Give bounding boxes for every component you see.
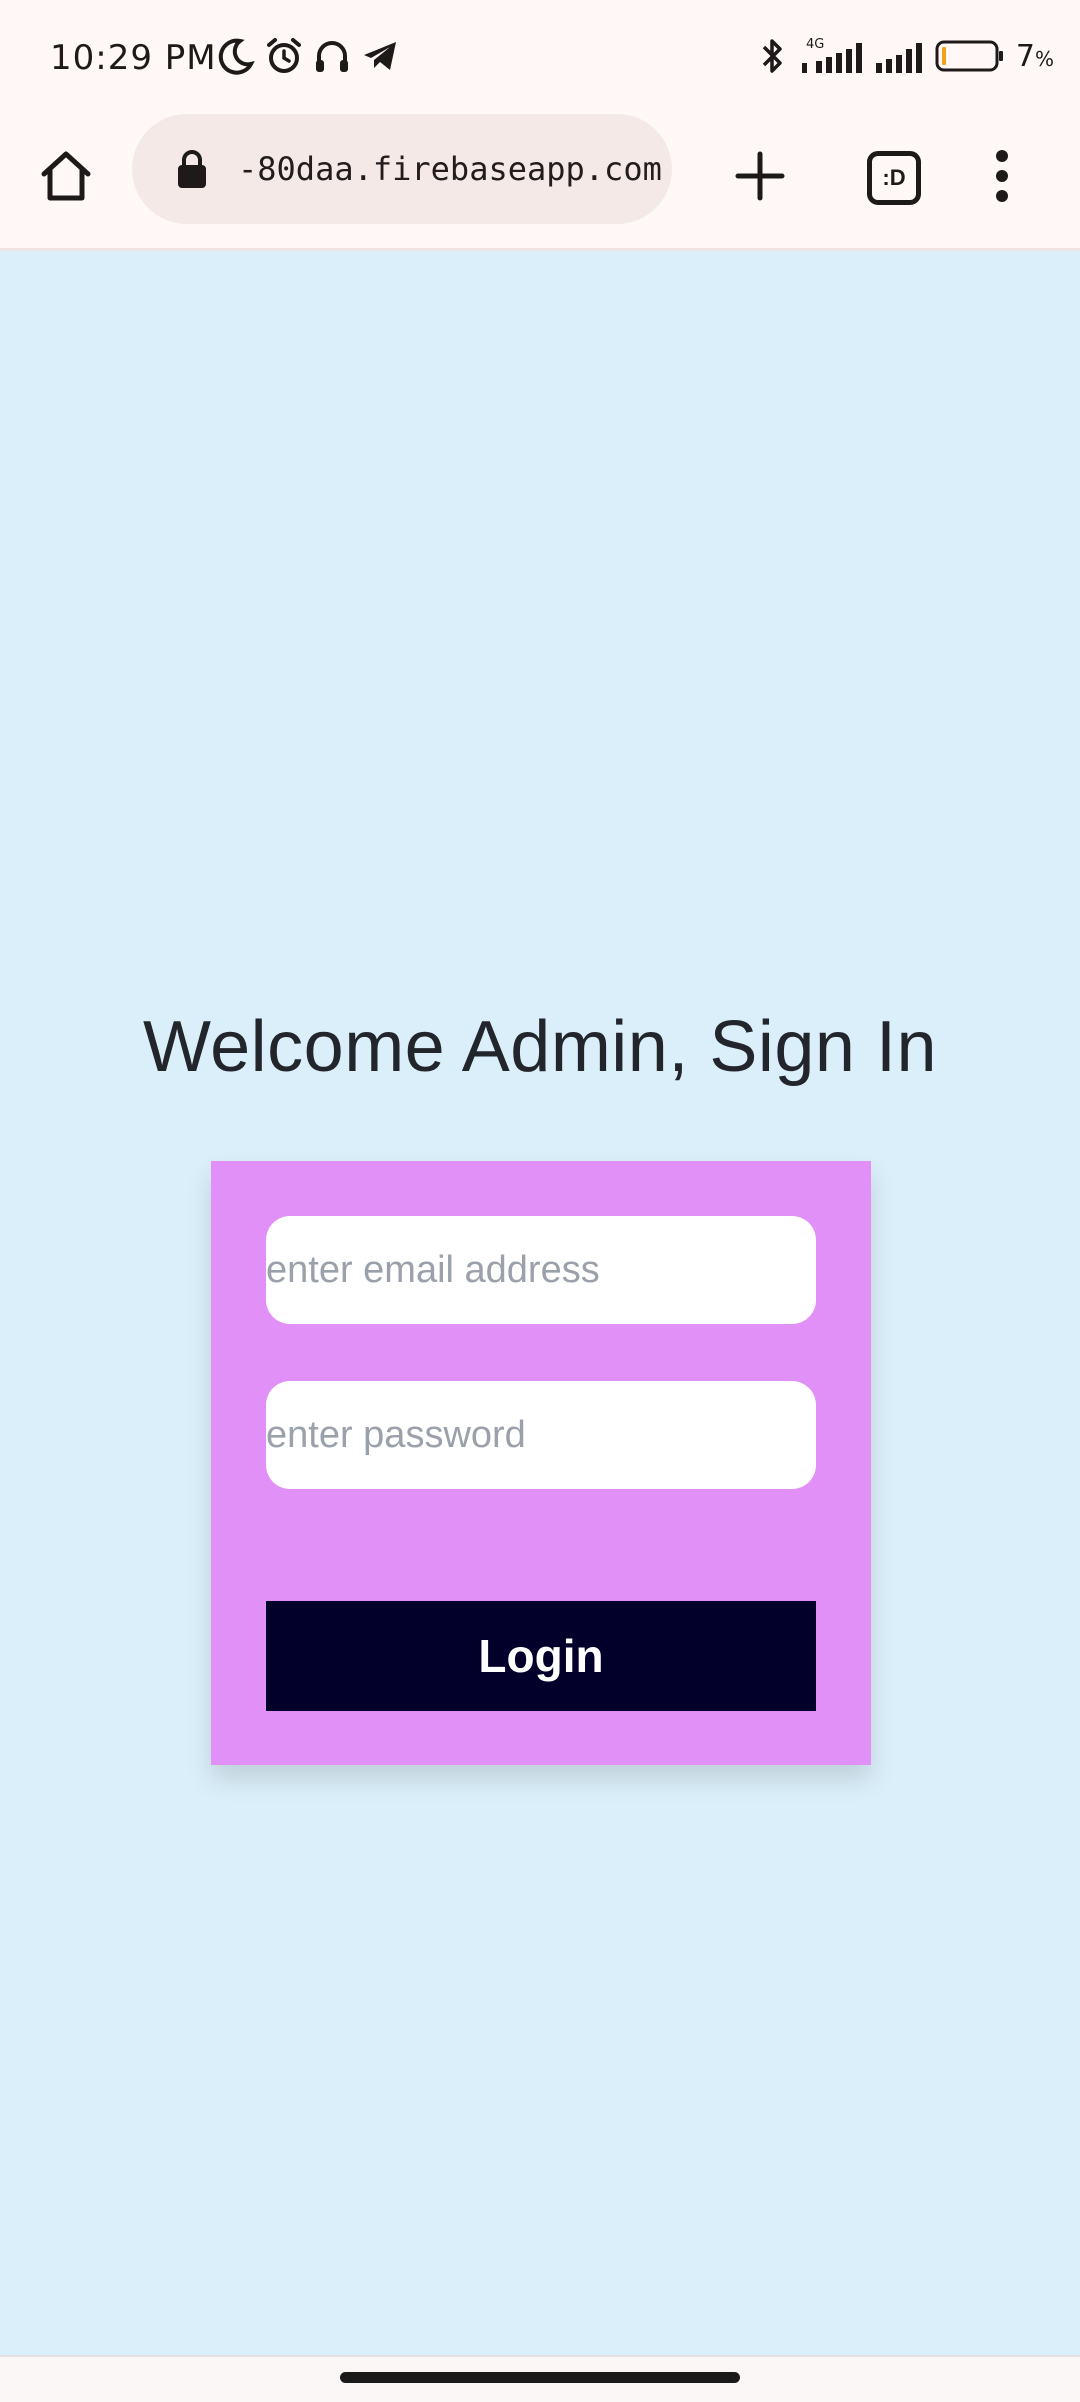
plus-icon (735, 151, 785, 206)
page-title: Welcome Admin, Sign In (142, 1007, 938, 1087)
battery-icon (934, 35, 1006, 77)
status-icons-left (216, 34, 400, 78)
signal-icon: 4G (798, 35, 864, 77)
telegram-icon (360, 36, 400, 76)
password-field[interactable] (266, 1381, 816, 1489)
headphones-icon (312, 36, 352, 76)
battery-percent: 7% (1015, 38, 1054, 74)
home-indicator[interactable] (340, 2372, 740, 2383)
page-content: Welcome Admin, Sign In Login (0, 251, 1080, 2355)
status-icons-right: 4G 7% (758, 34, 1054, 78)
home-icon (38, 148, 94, 209)
moon-icon (216, 36, 256, 76)
login-button[interactable]: Login (266, 1601, 816, 1711)
bluetooth-icon (758, 35, 788, 77)
navigation-bar (0, 2355, 1080, 2402)
login-form: Login (211, 1161, 871, 1765)
lock-icon[interactable] (172, 147, 212, 191)
tab-switcher-button[interactable]: :D (852, 136, 936, 220)
network-type-label: 4G (806, 37, 824, 52)
menu-button[interactable] (960, 136, 1044, 220)
signal-icon (874, 35, 924, 77)
new-tab-button[interactable] (718, 136, 802, 220)
url-text[interactable]: -80daa.firebaseapp.com (238, 150, 668, 188)
status-bar: 10:29 PM 4G 7% (0, 0, 1080, 110)
more-vert-icon (992, 148, 1012, 209)
home-button[interactable] (24, 136, 108, 220)
url-bar[interactable]: -80daa.firebaseapp.com (132, 114, 672, 224)
tabs-icon: :D (867, 151, 921, 205)
alarm-icon (264, 36, 304, 76)
email-field[interactable] (266, 1216, 816, 1324)
browser-toolbar: -80daa.firebaseapp.com :D (0, 110, 1080, 251)
status-time: 10:29 PM (50, 38, 217, 78)
